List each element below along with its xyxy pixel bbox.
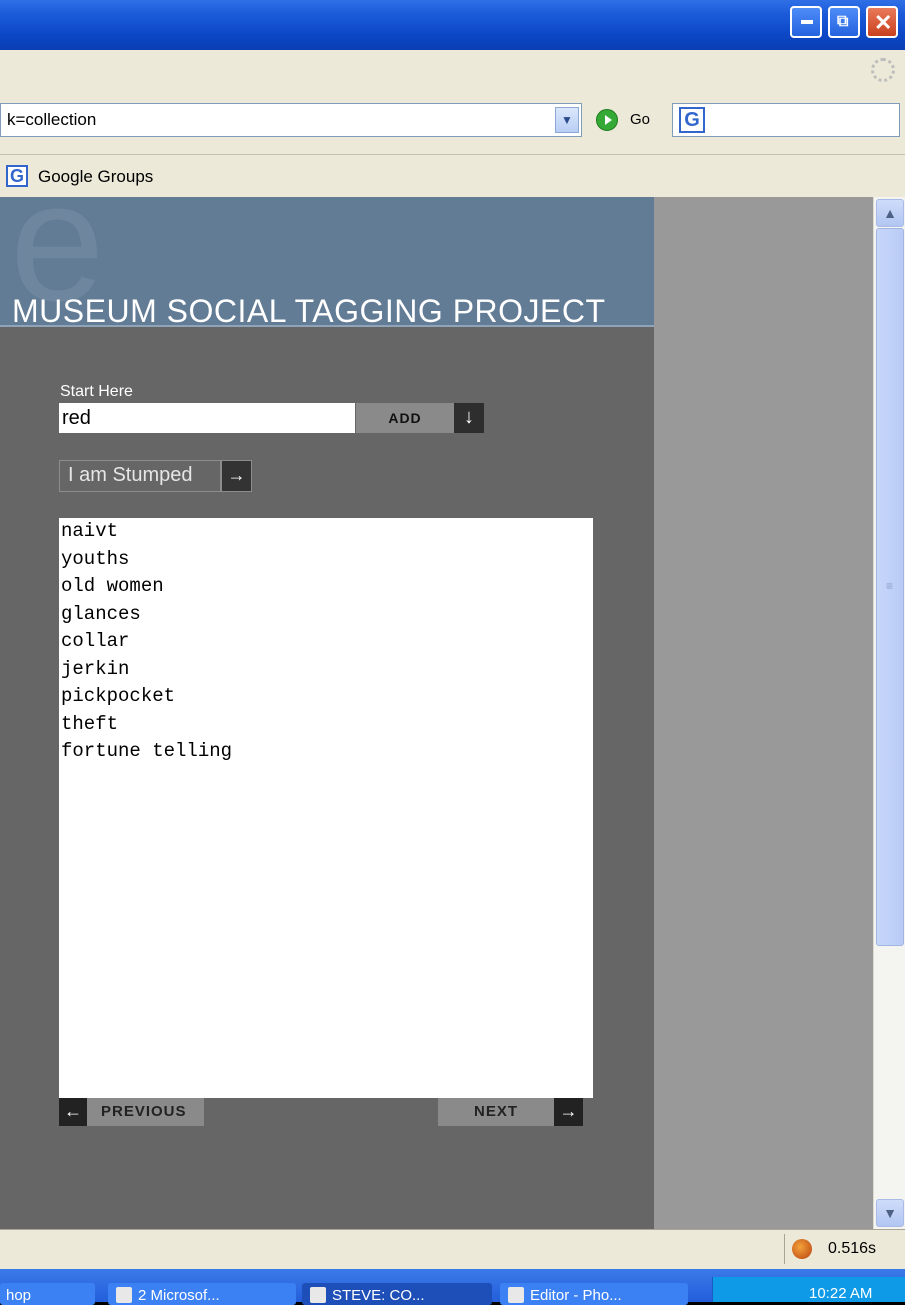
previous-button[interactable]: PREVIOUS (87, 1098, 204, 1126)
address-input[interactable]: k=collection ▼ (0, 103, 582, 137)
list-item: jerkin (61, 657, 130, 680)
minimize-button[interactable] (790, 6, 822, 38)
system-tray: 10:22 AM (712, 1277, 905, 1302)
list-item: old women (61, 575, 164, 597)
list-item: naivt (61, 520, 119, 542)
status-bar: 0.516s (0, 1229, 905, 1269)
links-bar: G Google Groups (0, 155, 905, 198)
tagging-page: e MUSEUM SOCIAL TAGGING PROJECT Start He… (0, 197, 654, 1229)
scroll-thumb[interactable]: ≡ (876, 228, 904, 946)
vertical-scrollbar[interactable]: ▲ ≡ ▼ (873, 197, 905, 1229)
add-button[interactable]: ADD (356, 403, 454, 433)
status-divider (784, 1234, 785, 1264)
firebug-icon[interactable] (792, 1239, 812, 1259)
scroll-up-icon[interactable]: ▲ (876, 199, 904, 227)
left-arrow-icon[interactable]: ← (59, 1098, 87, 1126)
next-button[interactable]: NEXT (438, 1098, 554, 1126)
address-text: k=collection (7, 110, 97, 129)
address-bar-row: k=collection ▼ Go G (0, 92, 905, 155)
google-search-input[interactable]: G (672, 103, 900, 137)
close-button[interactable]: ✕ (866, 6, 898, 38)
google-icon[interactable]: G (679, 107, 705, 133)
load-time: 0.516s (828, 1240, 877, 1257)
down-arrow-icon[interactable]: ↓ (454, 403, 484, 433)
taskbar-item-label: 2 Microsof... (138, 1287, 220, 1304)
app-icon (116, 1287, 132, 1303)
list-item: theft (61, 712, 119, 735)
page-viewport: e MUSEUM SOCIAL TAGGING PROJECT Start He… (0, 197, 873, 1229)
go-arrow-icon[interactable] (596, 109, 618, 131)
page-title: MUSEUM SOCIAL TAGGING PROJECT (12, 293, 606, 327)
go-button[interactable]: Go (630, 111, 650, 128)
list-item: pickpocket (61, 685, 176, 707)
taskbar-item-label: hop (6, 1287, 32, 1304)
app-icon (508, 1287, 524, 1303)
stumped-button[interactable]: I am Stumped (59, 460, 221, 492)
tag-list: naivt youths old women glances collar je… (59, 518, 593, 1098)
page-header: e MUSEUM SOCIAL TAGGING PROJECT (0, 197, 654, 327)
start-here-label: Start Here (60, 383, 133, 400)
taskbar-item-label: STEVE: CO... (332, 1287, 425, 1304)
scroll-down-icon[interactable]: ▼ (876, 1199, 904, 1227)
restore-button[interactable]: ⧉ (828, 6, 860, 38)
throbber-icon (871, 58, 895, 82)
address-dropdown-icon[interactable]: ▼ (555, 107, 579, 133)
google-groups-icon: G (6, 165, 28, 187)
list-item: collar (61, 630, 130, 652)
grip-icon: ≡ (886, 579, 894, 593)
tag-input[interactable] (59, 403, 355, 433)
taskbar-item-label: Editor - Pho... (530, 1287, 622, 1304)
list-item: youths (61, 547, 130, 570)
window-titlebar: ⧉ ✕ (0, 0, 905, 50)
link-google-groups[interactable]: Google Groups (38, 167, 153, 187)
right-arrow-icon[interactable]: → (554, 1098, 583, 1126)
menu-bar (0, 50, 905, 93)
clock[interactable]: 10:22 AM (809, 1285, 872, 1302)
list-item: glances (61, 602, 141, 625)
right-arrow-icon[interactable]: → (221, 460, 252, 492)
list-item: fortune telling (61, 740, 233, 762)
app-icon (310, 1287, 326, 1303)
taskbar: hop 2 Microsof... STEVE: CO... Editor - … (0, 1269, 905, 1305)
